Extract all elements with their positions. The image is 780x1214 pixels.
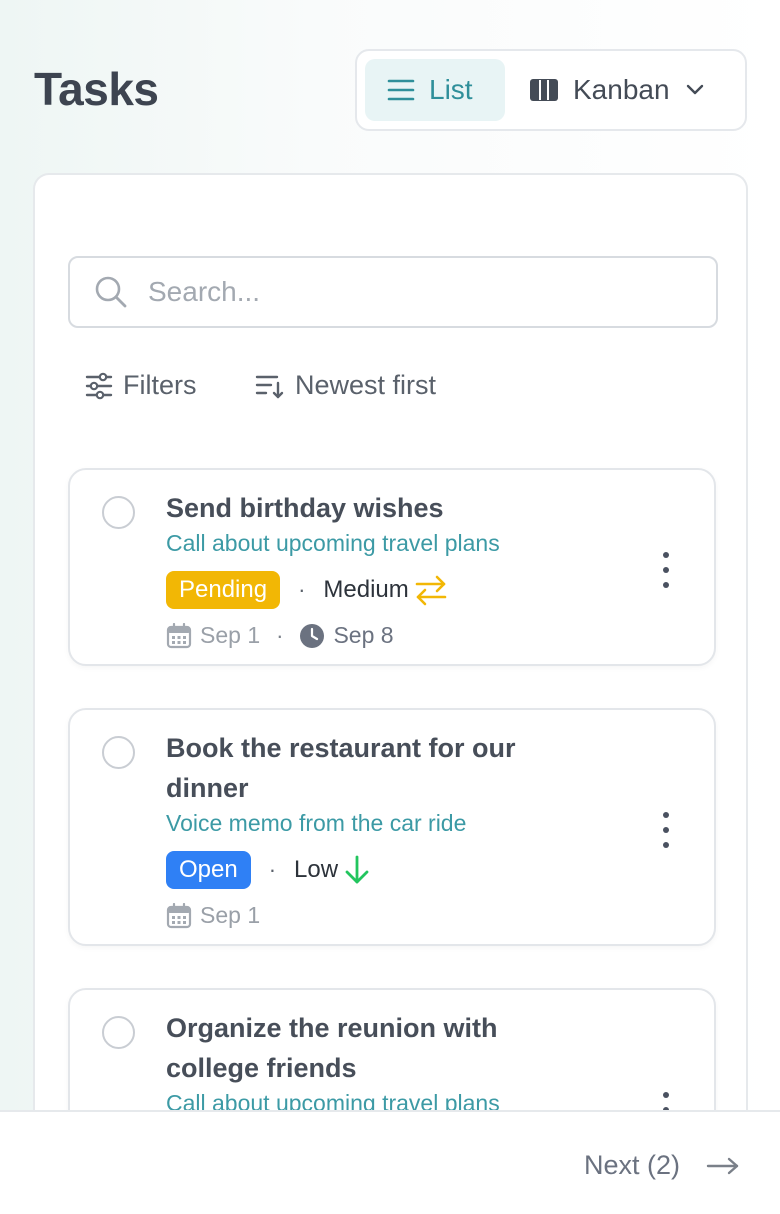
kanban-view-label: Kanban — [573, 74, 670, 105]
next-page-label: Next (2) — [583, 1150, 680, 1180]
task-card[interactable]: Send birthday wishes Call about upcoming… — [68, 468, 716, 666]
sliders-icon — [85, 372, 113, 399]
task-title: Book the restaurant for our dinner — [166, 733, 516, 803]
tasks-panel: Filters Newest first Send birthday wishe… — [33, 173, 748, 1188]
task-dates: Sep 1 · Sep 8 — [166, 622, 394, 649]
list-view-button[interactable]: List — [365, 59, 505, 121]
arrow-right-icon — [706, 1157, 739, 1174]
start-date: Sep 1 — [200, 902, 261, 928]
task-subtitle: Call about upcoming travel plans — [166, 530, 500, 556]
arrow-down-icon — [345, 855, 369, 884]
task-card[interactable]: Book the restaurant for our dinner Voice… — [68, 708, 716, 946]
chevron-down-icon — [686, 84, 703, 95]
status-badge: Pending — [166, 571, 281, 609]
clock-icon — [300, 623, 325, 648]
list-icon — [387, 79, 415, 101]
filters-label: Filters — [123, 370, 197, 400]
status-badge: Open — [166, 851, 251, 889]
start-date: Sep 1 — [200, 622, 261, 648]
search-input[interactable] — [148, 276, 668, 308]
sort-label: Newest first — [295, 370, 437, 400]
calendar-icon — [166, 622, 192, 648]
separator-dot: · — [276, 622, 284, 648]
search-icon — [95, 276, 127, 308]
search-box — [68, 256, 718, 328]
task-title: Organize the reunion with college friend… — [166, 1013, 498, 1083]
priority-label: Medium — [323, 576, 409, 603]
sort-button[interactable]: Newest first — [255, 370, 436, 401]
task-checkbox[interactable] — [102, 496, 135, 529]
task-dates: Sep 1 — [166, 902, 260, 929]
task-title: Send birthday wishes — [166, 493, 444, 523]
page-title: Tasks — [34, 63, 159, 115]
kanban-view-button[interactable]: Kanban — [505, 59, 726, 121]
kebab-menu-icon[interactable] — [658, 812, 674, 848]
separator-dot: · — [268, 857, 277, 882]
kebab-menu-icon[interactable] — [658, 552, 674, 588]
task-meta: Open · Low — [166, 851, 372, 889]
priority-label: Low — [294, 856, 339, 883]
task-checkbox[interactable] — [102, 1016, 135, 1049]
list-view-label: List — [429, 74, 473, 105]
task-subtitle: Voice memo from the car ride — [166, 810, 467, 836]
task-meta: Pending · Medium — [166, 571, 449, 609]
kanban-icon — [530, 79, 558, 101]
sort-descending-icon — [255, 375, 284, 398]
calendar-icon — [166, 902, 192, 928]
separator-dot: · — [298, 577, 306, 602]
due-date: Sep 8 — [333, 622, 394, 648]
pagination-footer: Next (2) — [0, 1110, 780, 1214]
filters-button[interactable]: Filters — [85, 370, 197, 401]
next-page-button[interactable]: Next (2) — [584, 1150, 740, 1181]
swap-arrows-icon — [415, 575, 447, 606]
task-checkbox[interactable] — [102, 736, 135, 769]
view-toggle: List Kanban — [355, 49, 747, 131]
